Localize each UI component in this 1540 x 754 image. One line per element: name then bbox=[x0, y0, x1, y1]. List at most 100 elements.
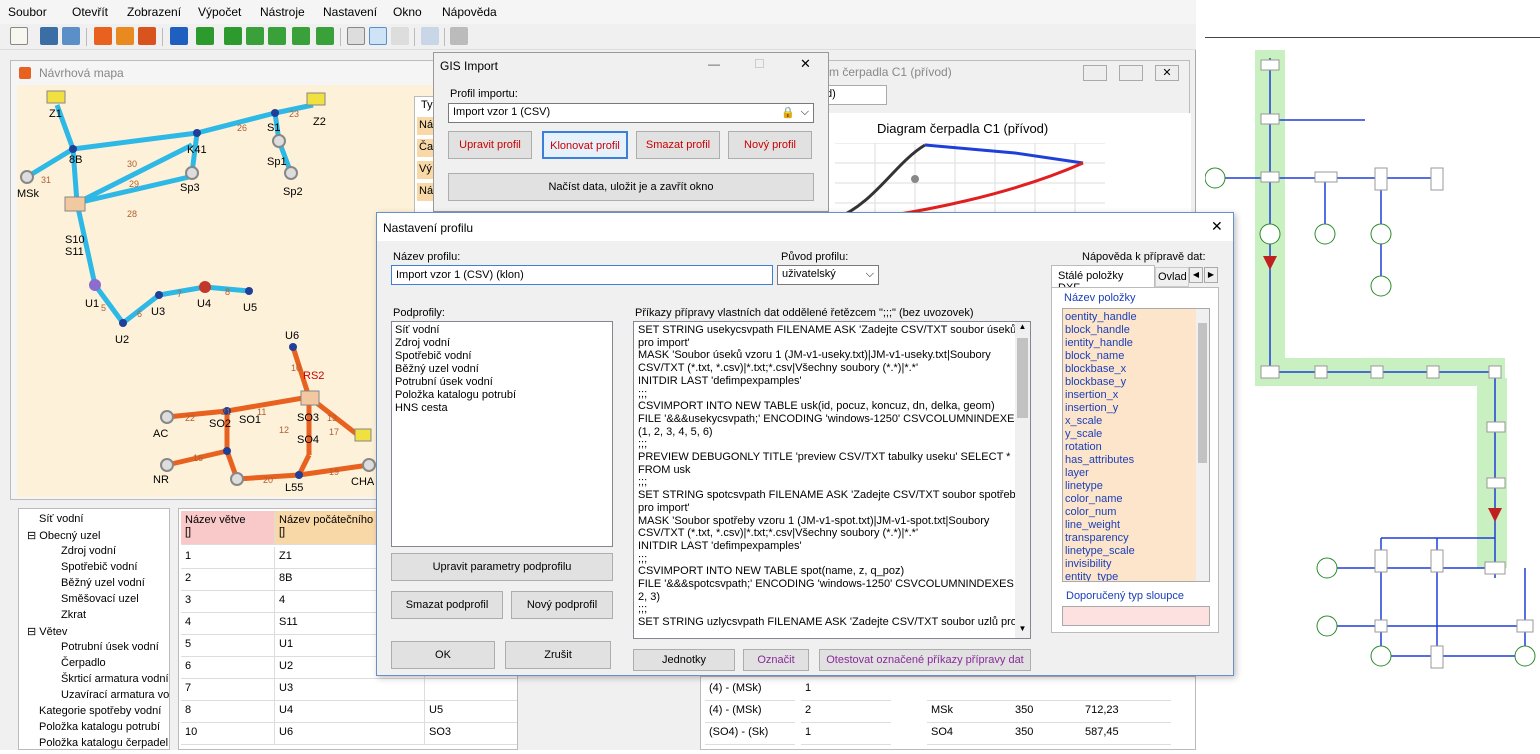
globe-icon[interactable] bbox=[421, 27, 439, 45]
subprofile-item[interactable]: Potrubní úsek vodní bbox=[392, 376, 612, 389]
dxf-item[interactable]: color_name bbox=[1063, 493, 1209, 506]
table-cell[interactable]: 2 bbox=[801, 701, 891, 723]
tree-item[interactable]: Uzavírací armatura vod bbox=[61, 689, 169, 701]
dxf-item[interactable]: blockbase_y bbox=[1063, 376, 1209, 389]
new-subprofile-button[interactable]: Nový podprofil bbox=[511, 591, 613, 619]
table-cell[interactable]: U4 bbox=[275, 701, 425, 723]
mark-button[interactable]: Označit bbox=[743, 649, 809, 671]
dxf-item[interactable]: transparency bbox=[1063, 532, 1209, 545]
edit-tool-icon[interactable] bbox=[138, 27, 156, 45]
menu-nastroje[interactable]: Nástroje bbox=[260, 5, 305, 19]
table-cell[interactable]: (4) - (MSk) bbox=[705, 679, 795, 701]
tree-item[interactable]: Zdroj vodní bbox=[61, 545, 116, 557]
tree-item[interactable]: Běžný uzel vodní bbox=[61, 577, 145, 589]
table-cell[interactable]: 4 bbox=[181, 613, 275, 635]
close-icon[interactable]: ✕ bbox=[1155, 65, 1179, 81]
dxf-items-list[interactable]: oentity_handle block_handle ientity_handle… bbox=[1062, 308, 1210, 582]
table-cell[interactable]: 5 bbox=[181, 635, 275, 657]
profile-origin-select[interactable]: uživatelský ⌵ bbox=[777, 265, 879, 285]
table-cell[interactable]: (4) - (MSk) bbox=[705, 701, 795, 723]
maximize-icon[interactable]: ☐ bbox=[754, 57, 765, 71]
dxf-item[interactable]: block_handle bbox=[1063, 324, 1209, 337]
tree-item[interactable]: Směšovací uzel bbox=[61, 593, 139, 605]
new-profile-button[interactable]: Nový profil bbox=[728, 131, 812, 159]
flow-icon[interactable] bbox=[268, 27, 286, 45]
menu-napoveda[interactable]: Nápověda bbox=[442, 5, 497, 19]
tree-item[interactable]: Potrubní úsek vodní bbox=[61, 641, 159, 653]
tree-item[interactable]: Síť vodní bbox=[39, 513, 83, 525]
menu-nastaveni[interactable]: Nastavení bbox=[323, 5, 377, 19]
profile-name-input[interactable] bbox=[391, 265, 773, 285]
subprofile-item[interactable]: Běžný uzel vodní bbox=[392, 363, 612, 376]
hand-icon[interactable] bbox=[347, 27, 365, 45]
table-cell[interactable]: 1 bbox=[801, 723, 891, 745]
layers-icon[interactable] bbox=[94, 27, 112, 45]
table-cell[interactable]: 2 bbox=[181, 569, 275, 591]
table-cell[interactable] bbox=[1081, 679, 1171, 701]
maximize-icon[interactable] bbox=[1119, 65, 1143, 81]
tree-item[interactable]: Kategorie spotřeby vodní bbox=[39, 705, 161, 717]
edit-profile-button[interactable]: Upravit profil bbox=[448, 131, 532, 159]
dxf-item[interactable]: x_scale bbox=[1063, 415, 1209, 428]
table-header[interactable]: Název větve [] bbox=[181, 511, 275, 545]
print-icon[interactable] bbox=[450, 27, 468, 45]
table-cell[interactable] bbox=[425, 679, 517, 701]
zoom-icon[interactable] bbox=[391, 27, 409, 45]
tab-scroll-left-icon[interactable]: ◀ bbox=[1189, 267, 1203, 283]
tree-item[interactable]: Škrticí armatura vodní bbox=[61, 673, 169, 685]
dxf-item[interactable]: oentity_handle bbox=[1063, 311, 1209, 324]
table-cell[interactable]: SO4 bbox=[927, 723, 1017, 745]
tab-scroll-right-icon[interactable]: ▶ bbox=[1204, 267, 1218, 283]
dxf-item[interactable]: y_scale bbox=[1063, 428, 1209, 441]
subprofiles-list[interactable]: Síť vodní Zdroj vodní Spotřebič vodní Běžný… bbox=[391, 321, 613, 547]
list-icon[interactable] bbox=[224, 27, 242, 45]
dxf-item[interactable]: layer bbox=[1063, 467, 1209, 480]
dxf-item[interactable]: linetype bbox=[1063, 480, 1209, 493]
tree-item[interactable]: ⊟ Větev bbox=[27, 625, 67, 638]
table-cell[interactable]: 10 bbox=[181, 723, 275, 745]
menu-zobrazeni[interactable]: Zobrazení bbox=[127, 5, 181, 19]
test-commands-button[interactable]: Otestovat označené příkazy přípravy dat bbox=[819, 649, 1031, 671]
table-cell[interactable]: 712,23 bbox=[1081, 701, 1171, 723]
table-cell[interactable]: 1 bbox=[801, 679, 891, 701]
pump-combo[interactable]: d) bbox=[821, 85, 887, 105]
dxf-item[interactable]: ientity_handle bbox=[1063, 337, 1209, 350]
tab-controls[interactable]: Ovlad bbox=[1155, 267, 1189, 287]
delete-subprofile-button[interactable]: Smazat podprofil bbox=[391, 591, 503, 619]
close-icon[interactable]: ✕ bbox=[800, 56, 811, 72]
table-cell[interactable]: U3 bbox=[275, 679, 425, 701]
dxf-item[interactable]: rotation bbox=[1063, 441, 1209, 454]
tree-item[interactable]: Položka katalogu čerpadel bbox=[39, 737, 168, 749]
dxf-item[interactable]: color_num bbox=[1063, 506, 1209, 519]
table-cell[interactable]: 1 bbox=[181, 547, 275, 569]
save-icon[interactable] bbox=[40, 27, 58, 45]
units-button[interactable]: Jednotky bbox=[633, 649, 735, 671]
edit-subprofile-params-button[interactable]: Upravit parametry podprofilu bbox=[391, 553, 613, 581]
subprofile-item[interactable]: Síť vodní bbox=[392, 324, 612, 337]
commands-textarea[interactable]: SET STRING usekycsvpath FILENAME ASK 'Za… bbox=[633, 321, 1031, 639]
dxf-item[interactable]: insertion_y bbox=[1063, 402, 1209, 415]
table-cell[interactable]: (SO4) - (Sk) bbox=[705, 723, 795, 745]
table-cell[interactable]: 7 bbox=[181, 679, 275, 701]
subprofile-item[interactable]: Spotřebič vodní bbox=[392, 350, 612, 363]
minimize-icon[interactable]: — bbox=[708, 57, 720, 71]
menu-okno[interactable]: Okno bbox=[393, 5, 422, 19]
branch-icon[interactable] bbox=[292, 27, 310, 45]
dxf-item[interactable]: linetype_scale bbox=[1063, 545, 1209, 558]
subprofile-item[interactable]: Zdroj vodní bbox=[392, 337, 612, 350]
dxf-item[interactable]: blockbase_x bbox=[1063, 363, 1209, 376]
table-cell[interactable]: SO3 bbox=[425, 723, 517, 745]
scrollbar[interactable] bbox=[1196, 309, 1209, 581]
save-as-icon[interactable] bbox=[62, 27, 80, 45]
subprofile-item[interactable]: HNS cesta bbox=[392, 402, 612, 415]
network-icon[interactable] bbox=[116, 27, 134, 45]
load-data-button[interactable]: Načíst data, uložit je a zavřít okno bbox=[448, 173, 814, 201]
pointer-icon[interactable] bbox=[369, 27, 387, 45]
dxf-item[interactable]: entity_type bbox=[1063, 571, 1209, 581]
new-file-icon[interactable] bbox=[10, 27, 28, 45]
step-icon[interactable] bbox=[196, 27, 214, 45]
table-cell[interactable]: U6 bbox=[275, 723, 425, 745]
tree-item[interactable]: Čerpadlo bbox=[61, 657, 106, 669]
profile-import-select[interactable]: Import vzor 1 (CSV) 🔒 ⌵ bbox=[448, 103, 814, 123]
dxf-item[interactable]: insertion_x bbox=[1063, 389, 1209, 402]
